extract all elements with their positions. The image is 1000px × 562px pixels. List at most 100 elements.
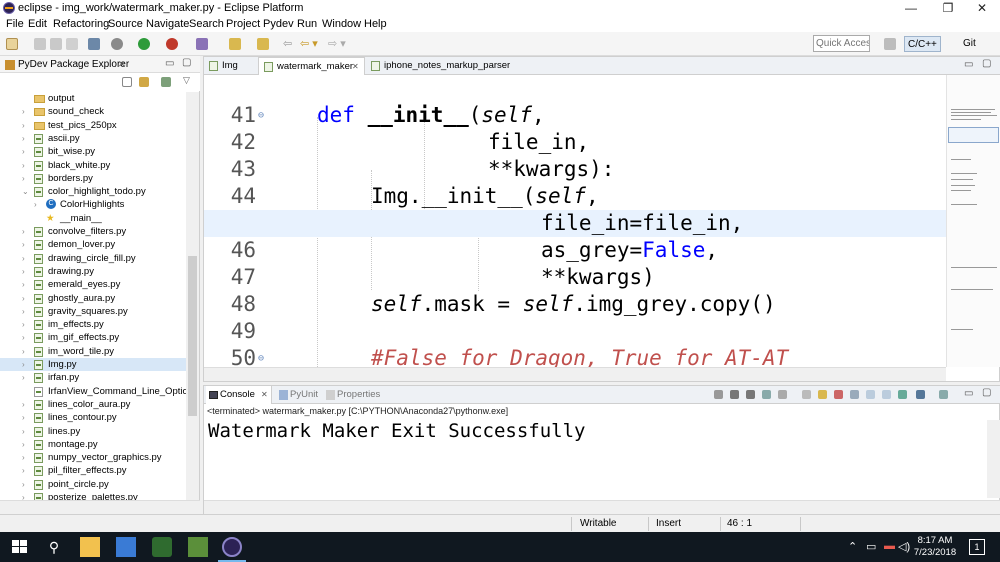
close-console-icon[interactable]: ✕: [261, 386, 268, 404]
perspective-cpp-button[interactable]: C/C++: [904, 36, 941, 52]
tree-item[interactable]: › montage.py: [0, 438, 186, 451]
display-selected-console-icon[interactable]: [916, 390, 925, 399]
show-stderr-icon[interactable]: [834, 390, 843, 399]
expand-right-icon[interactable]: ›: [22, 451, 30, 464]
tree-item[interactable]: › im_effects.py: [0, 318, 186, 331]
view-menu-icon[interactable]: ▽: [183, 75, 190, 86]
word-wrap-icon[interactable]: [802, 390, 811, 399]
search-icon[interactable]: [196, 38, 208, 50]
tree-item[interactable]: › sound_check: [0, 105, 186, 118]
new-icon[interactable]: [6, 38, 18, 50]
close-tab-icon[interactable]: ✕: [352, 58, 359, 76]
tree-item[interactable]: › lines_color_aura.py: [0, 398, 186, 411]
expand-right-icon[interactable]: ›: [22, 265, 30, 278]
tree-item[interactable]: › borders.py: [0, 172, 186, 185]
menu-navigate[interactable]: Navigate: [146, 18, 189, 30]
new-console-icon[interactable]: [898, 390, 907, 399]
close-view-icon[interactable]: ✕: [118, 59, 126, 70]
back-icon[interactable]: ⇦ ▾: [300, 37, 318, 51]
expand-right-icon[interactable]: ›: [22, 172, 30, 185]
expand-right-icon[interactable]: ›: [22, 252, 30, 265]
notepad-app-icon[interactable]: [188, 537, 208, 557]
expand-right-icon[interactable]: ›: [22, 358, 30, 371]
tray-battery-icon[interactable]: ▬: [884, 540, 895, 552]
windows-start-icon[interactable]: [10, 537, 30, 557]
expand-right-icon[interactable]: ›: [22, 292, 30, 305]
expand-right-icon[interactable]: ›: [22, 105, 30, 118]
maximize-button[interactable]: ❐: [930, 0, 966, 16]
tree-item[interactable]: › convolve_filters.py: [0, 225, 186, 238]
tab-console[interactable]: Console ✕: [206, 386, 272, 404]
expand-right-icon[interactable]: ›: [22, 478, 30, 491]
show-stdout-icon[interactable]: [818, 390, 827, 399]
expand-right-icon[interactable]: ›: [22, 398, 30, 411]
tree-item[interactable]: IrfanView_Command_Line_Options: [0, 385, 186, 398]
tree-item[interactable]: › numpy_vector_graphics.py: [0, 451, 186, 464]
menu-project[interactable]: Project: [226, 18, 260, 30]
editor-hscrollbar[interactable]: [204, 367, 946, 381]
fold-marker-icon[interactable]: ⊖: [258, 102, 264, 129]
menu-file[interactable]: File: [6, 18, 24, 30]
minimize-view-icon[interactable]: ▭: [165, 58, 174, 69]
minimize-button[interactable]: —: [893, 0, 929, 16]
expand-right-icon[interactable]: ›: [22, 132, 30, 145]
expand-right-icon[interactable]: ›: [22, 318, 30, 331]
expand-right-icon[interactable]: ›: [22, 238, 30, 251]
forward-icon[interactable]: ⇨ ▾: [328, 37, 346, 51]
package-tree-hscrollbar[interactable]: [0, 500, 200, 514]
build-icon[interactable]: [88, 38, 100, 50]
console-minimize-icon[interactable]: ▭: [964, 388, 973, 399]
expand-right-icon[interactable]: ›: [22, 464, 30, 477]
tab-iphone-notes-markup-parser[interactable]: iphone_notes_markup_parser: [366, 57, 516, 75]
run-icon[interactable]: [138, 38, 150, 50]
tray-volume-icon[interactable]: ◁): [898, 540, 910, 553]
code-overview-ruler[interactable]: [946, 75, 1000, 367]
last-edit-icon[interactable]: ⇦: [283, 37, 292, 51]
expand-right-icon[interactable]: ›: [22, 225, 30, 238]
external-tools-icon[interactable]: [166, 38, 178, 50]
console-output[interactable]: Watermark Maker Exit Successfully: [208, 420, 586, 442]
editor-maximize-icon[interactable]: ▢: [982, 58, 991, 69]
expand-right-icon[interactable]: ›: [22, 371, 30, 384]
network-app-icon[interactable]: [116, 537, 136, 557]
file-explorer-icon[interactable]: [80, 537, 100, 557]
expand-right-icon[interactable]: ›: [22, 159, 30, 172]
notifications-icon[interactable]: 1: [969, 539, 985, 555]
tray-network-icon[interactable]: ▭: [866, 540, 876, 553]
tree-item[interactable]: ★ __main__: [0, 212, 186, 225]
debug-icon[interactable]: [111, 38, 123, 50]
tree-item[interactable]: › Img.py: [0, 358, 186, 371]
tree-item[interactable]: › emerald_eyes.py: [0, 278, 186, 291]
tree-item[interactable]: › irfan.py: [0, 371, 186, 384]
clear-console-icon[interactable]: [762, 390, 771, 399]
print-icon[interactable]: [66, 38, 78, 50]
tree-item[interactable]: › ascii.py: [0, 132, 186, 145]
maximize-view-icon[interactable]: ▢: [182, 57, 191, 68]
menu-pydev[interactable]: Pydev: [263, 18, 294, 30]
tree-item[interactable]: › pil_filter_effects.py: [0, 464, 186, 477]
tree-item[interactable]: › bit_wise.py: [0, 145, 186, 158]
overview-viewport[interactable]: [948, 127, 999, 143]
tray-chevron-icon[interactable]: ⌃: [848, 540, 857, 553]
expand-right-icon[interactable]: ›: [22, 438, 30, 451]
console-scrollbar[interactable]: [987, 420, 1000, 498]
terminate-icon[interactable]: [714, 390, 723, 399]
fold-marker-icon[interactable]: ⊖: [258, 345, 264, 367]
expand-right-icon[interactable]: ›: [22, 411, 30, 424]
display-console-icon[interactable]: [866, 390, 875, 399]
filter-icon[interactable]: [161, 77, 171, 87]
tree-item[interactable]: › lines.py: [0, 425, 186, 438]
expand-right-icon[interactable]: ›: [22, 305, 30, 318]
eclipse-taskbar-icon[interactable]: [222, 537, 242, 557]
remove-launch-icon[interactable]: [730, 390, 739, 399]
tree-item[interactable]: › drawing.py: [0, 265, 186, 278]
menu-refactoring[interactable]: Refactoring: [53, 18, 109, 30]
taskbar-clock[interactable]: 8:17 AM 7/23/2018: [910, 535, 960, 559]
tree-item[interactable]: › black_white.py: [0, 159, 186, 172]
remove-all-icon[interactable]: [746, 390, 755, 399]
tree-item[interactable]: › im_gif_effects.py: [0, 331, 186, 344]
tab-properties[interactable]: Properties: [324, 386, 380, 404]
next-annotation-icon[interactable]: [229, 38, 241, 50]
editor-minimize-icon[interactable]: ▭: [964, 59, 973, 70]
save-all-icon[interactable]: [50, 38, 62, 50]
